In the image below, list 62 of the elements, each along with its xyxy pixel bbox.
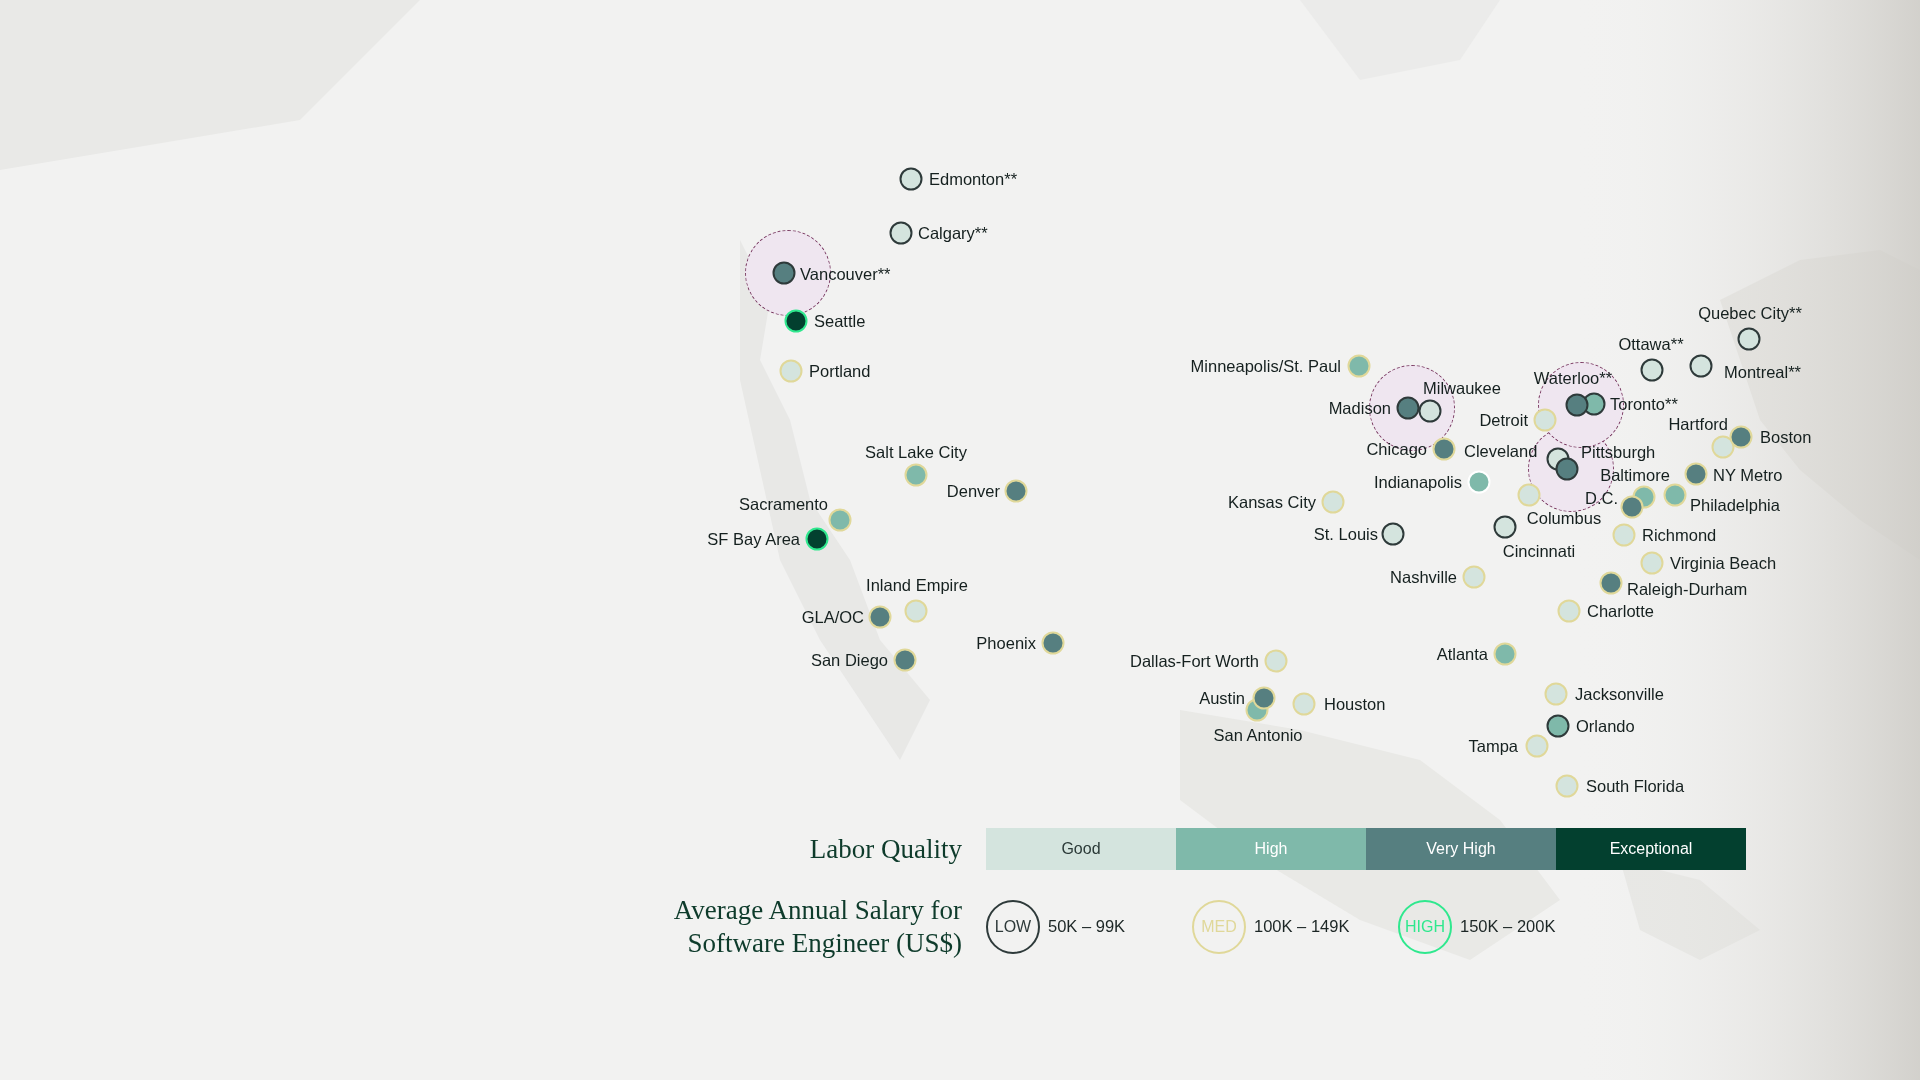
salary-range: 150K – 200K bbox=[1460, 917, 1556, 937]
city-label: Toronto** bbox=[1610, 395, 1678, 413]
city-label: Quebec City** bbox=[1698, 304, 1802, 322]
city-label: Austin bbox=[1199, 689, 1245, 707]
legend-title: Labor Quality bbox=[809, 833, 962, 865]
city-label: St. Louis bbox=[1313, 525, 1378, 543]
city-label: Baltimore bbox=[1600, 466, 1670, 484]
salary-badge: LOW bbox=[986, 899, 1040, 954]
city-label: Columbus bbox=[1526, 509, 1602, 527]
city-label: Vancouver** bbox=[800, 265, 891, 283]
city-label: Philadelphia bbox=[1690, 496, 1780, 514]
city-label: Indianapolis bbox=[1373, 473, 1462, 491]
quality-swatch: Exceptional bbox=[1556, 828, 1746, 870]
city-label: D.C. bbox=[1585, 489, 1618, 507]
city-label: Nashville bbox=[1390, 568, 1457, 586]
city-label: Phoenix bbox=[976, 634, 1036, 652]
city-label: Houston bbox=[1324, 695, 1386, 713]
city-label: Tampa bbox=[1468, 737, 1518, 755]
city-label: Chicago bbox=[1366, 440, 1427, 458]
city-label: San Antonio bbox=[1213, 726, 1303, 744]
city-label: Pittsburgh bbox=[1581, 443, 1656, 461]
quality-swatch: Good bbox=[986, 828, 1176, 870]
salary-range: 100K – 149K bbox=[1254, 917, 1350, 937]
city-label: Sacramento bbox=[739, 495, 828, 513]
city-label: Cleveland bbox=[1464, 442, 1538, 460]
city-label: GLA/OC bbox=[801, 608, 864, 626]
city-label: Jacksonville bbox=[1575, 685, 1664, 703]
city-label: Dallas-Fort Worth bbox=[1130, 652, 1259, 670]
city-label: Calgary** bbox=[918, 224, 988, 242]
city-label: Richmond bbox=[1642, 526, 1717, 544]
city-label: Milwaukee bbox=[1423, 379, 1501, 397]
city-label: Raleigh-Durham bbox=[1627, 580, 1748, 598]
city-label: SF Bay Area bbox=[707, 530, 800, 548]
city-label: Waterloo** bbox=[1533, 369, 1613, 387]
city-label: San Diego bbox=[810, 651, 888, 669]
city-label: Orlando bbox=[1576, 717, 1635, 735]
city-label: NY Metro bbox=[1713, 466, 1783, 484]
salary-badge: HIGH bbox=[1398, 899, 1452, 954]
city-label: Atlanta bbox=[1436, 645, 1488, 663]
salary-range: 50K – 99K bbox=[1048, 917, 1126, 937]
legend-title: Average Annual Salary for Software Engineer (US$) bbox=[673, 894, 962, 960]
city-label: Kansas City bbox=[1227, 493, 1316, 511]
city-label: South Florida bbox=[1586, 777, 1685, 795]
quality-swatch: High bbox=[1176, 828, 1366, 870]
city-label: Seattle bbox=[814, 312, 866, 330]
city-label: Portland bbox=[809, 362, 871, 380]
quality-swatch: Very High bbox=[1366, 828, 1556, 870]
city-label: Edmonton** bbox=[929, 170, 1018, 188]
salary-badge: MED bbox=[1192, 899, 1246, 954]
city-label: Virginia Beach bbox=[1670, 554, 1777, 572]
city-label: Denver bbox=[946, 482, 1000, 500]
city-label: Cincinnati bbox=[1502, 542, 1576, 560]
city-label: Madison bbox=[1328, 399, 1391, 417]
city-label: Detroit bbox=[1479, 411, 1528, 429]
city-label: Inland Empire bbox=[866, 576, 968, 594]
city-label: Salt Lake City bbox=[865, 443, 967, 461]
city-label: Ottawa** bbox=[1618, 335, 1684, 353]
city-label: Montreal** bbox=[1724, 363, 1802, 381]
city-label: Minneapolis/St. Paul bbox=[1190, 357, 1341, 375]
city-label: Hartford bbox=[1668, 415, 1728, 433]
city-label: Boston bbox=[1760, 428, 1812, 446]
city-label: Charlotte bbox=[1587, 602, 1654, 620]
